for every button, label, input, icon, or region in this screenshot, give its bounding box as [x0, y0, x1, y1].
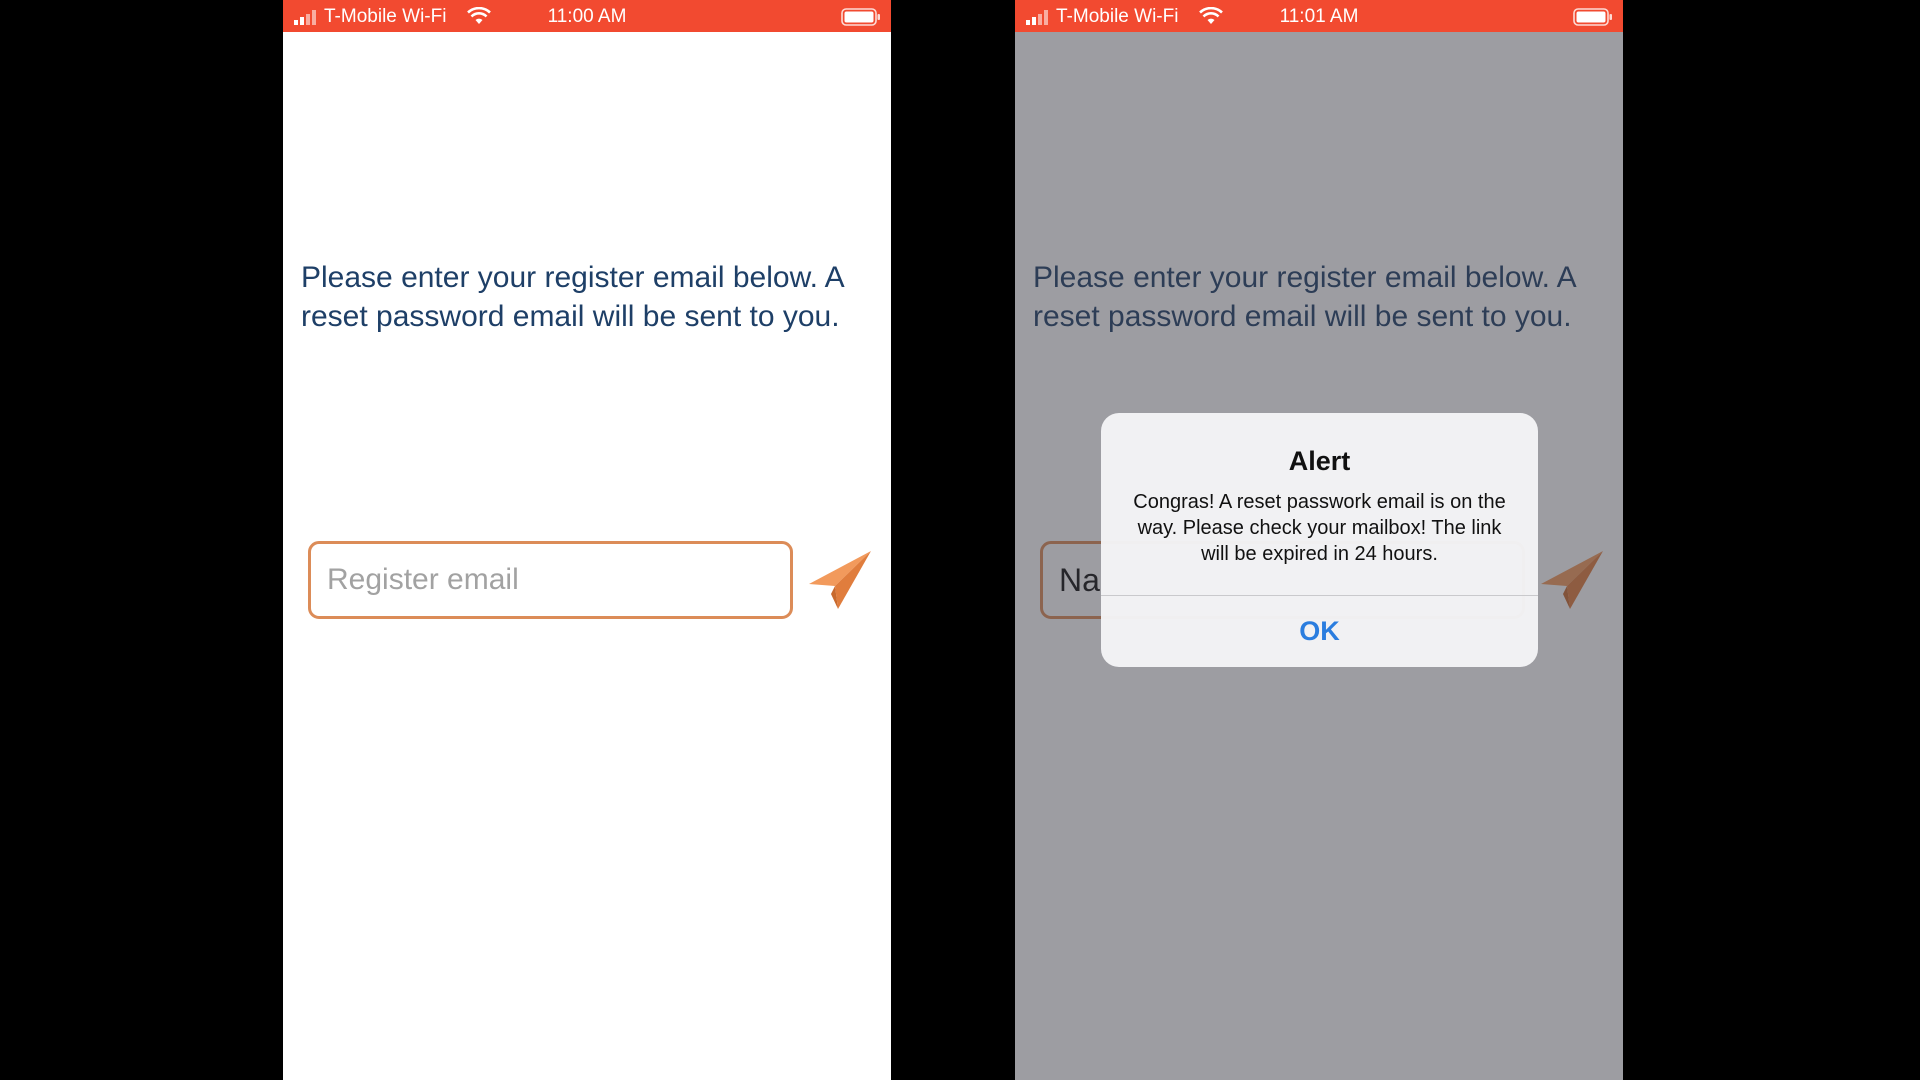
status-bar: T-Mobile Wi-Fi 11:01 AM [1015, 0, 1623, 32]
alert-dialog: Alert Congras! A reset passwork email is… [1101, 413, 1538, 667]
battery-icon [841, 8, 880, 26]
status-time: 11:01 AM [1279, 6, 1359, 27]
left-phone-screen: T-Mobile Wi-Fi 11:00 AM Please enter you… [283, 0, 891, 1080]
status-bar: T-Mobile Wi-Fi 11:00 AM [283, 0, 891, 32]
register-email-input[interactable] [308, 541, 793, 619]
alert-message: Congras! A reset passwork email is on th… [1133, 491, 1506, 565]
paper-plane-icon[interactable] [807, 548, 873, 612]
instructions-text: Please enter your register email below. … [301, 261, 843, 333]
alert-ok-button[interactable]: OK [1101, 596, 1538, 667]
right-phone-screen: T-Mobile Wi-Fi 11:01 AM Please enter you… [1015, 0, 1623, 1080]
battery-icon [1573, 8, 1612, 26]
status-time: 11:00 AM [547, 6, 627, 27]
alert-title: Alert [1288, 446, 1351, 476]
